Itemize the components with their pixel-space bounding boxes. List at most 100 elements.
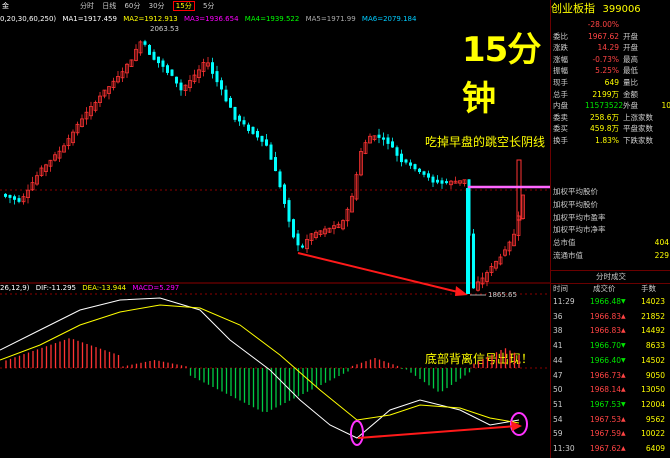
quote-value: 258.6万 xyxy=(590,112,619,122)
quote-label: 涨幅 xyxy=(553,54,568,64)
quote-value: 5.25% xyxy=(595,66,619,76)
info-row: 加权平均市盈率 xyxy=(553,212,669,223)
quote-label-2: 最高 xyxy=(623,54,638,64)
tick-price: 1967.53 xyxy=(589,414,621,424)
candle-body xyxy=(418,168,421,173)
candle-body xyxy=(242,120,246,125)
candle-body xyxy=(265,139,268,146)
quote-value: 14.29 xyxy=(597,43,619,53)
high-label: 2063.53 xyxy=(150,25,179,33)
macd-histogram xyxy=(5,338,520,412)
candle-body xyxy=(386,137,390,144)
info-label: 加权平均市盈率 xyxy=(553,212,606,222)
info-row: 流通市值 229 xyxy=(553,250,669,261)
tick-time: 36 xyxy=(553,311,563,321)
candle-body xyxy=(283,184,286,204)
candle-body xyxy=(152,51,156,60)
tick-direction-icon: ▲ xyxy=(621,312,626,320)
tick-direction-icon: ▼ xyxy=(621,342,626,350)
tick-time: 44 xyxy=(553,355,563,365)
candle-body xyxy=(382,137,385,140)
quote-label: 总手 xyxy=(553,89,568,99)
quote-label: 振幅 xyxy=(553,66,568,76)
candle-body xyxy=(274,157,277,172)
quote-row: 振幅 5.25% 最低 xyxy=(553,65,669,76)
tick-volume: 10022 xyxy=(641,429,665,439)
tick-direction-icon: ▲ xyxy=(621,386,626,394)
quote-label-2: 平盘家数 xyxy=(623,124,653,134)
quote-row: 委比 1967.62 开盘 xyxy=(553,31,669,42)
tick-volume: 8633 xyxy=(645,341,665,351)
tick-price: 1966.83 xyxy=(589,326,621,336)
tick-volume: 14492 xyxy=(641,326,665,336)
tick-row: 41 1966.70 ▼ 8633 xyxy=(551,340,670,352)
candle-body xyxy=(377,134,381,138)
candle-body xyxy=(229,97,232,108)
tick-price: 1966.48 xyxy=(589,297,621,306)
tick-row: 36 1966.83 ▲ 21852 xyxy=(551,311,670,323)
tick-time: 51 xyxy=(553,399,563,409)
tick-price: 1967.59 xyxy=(589,429,621,439)
info-row: 加权平均股价 xyxy=(553,199,669,210)
tick-price: 1966.70 xyxy=(589,341,621,351)
quote-value-2: 10 xyxy=(661,101,670,111)
candle-body xyxy=(175,76,178,84)
candle-body xyxy=(166,65,169,73)
tick-row: 11:30 1967.62 ▲ 6409 xyxy=(551,443,670,455)
quote-label-2: 外盘 xyxy=(623,101,638,111)
tick-price: 1968.14 xyxy=(589,385,621,395)
quote-value: 649 xyxy=(604,78,619,87)
tick-volume: 12004 xyxy=(641,399,665,409)
tick-direction-icon: ▲ xyxy=(621,327,626,335)
quote-label-2: 下跌家数 xyxy=(623,136,653,145)
info-row: 总市值 404 xyxy=(553,237,669,248)
tick-row: 54 1967.53 ▲ 9562 xyxy=(551,414,670,426)
ticks-col-time: 时间 xyxy=(553,284,568,293)
quote-label: 现手 xyxy=(553,78,568,87)
tick-time: 54 xyxy=(553,414,563,424)
quote-row: 涨幅 -0.73% 最高 xyxy=(553,54,669,65)
tick-time: 11:29 xyxy=(553,297,575,306)
info-value: 229 xyxy=(654,251,669,260)
candle-body xyxy=(400,153,403,163)
candle-body xyxy=(472,233,475,289)
macd-legend: 26,12,9) DIF:-11.295 DEA:-13.944 MACD=5.… xyxy=(0,283,550,294)
ticks-title[interactable]: 分时成交 xyxy=(551,270,670,284)
quote-label: 涨跌 xyxy=(553,43,568,53)
info-label: 加权平均股价 xyxy=(553,187,598,196)
tick-price: 1967.62 xyxy=(589,444,621,453)
candle-body xyxy=(391,141,394,148)
macd-label: MACD=5.297 xyxy=(132,284,180,292)
info-row: 加权平均股价 xyxy=(553,186,669,197)
candle-body xyxy=(161,60,165,67)
tick-price: 1966.73 xyxy=(589,370,621,380)
tick-row: 44 1966.40 ▼ 14502 xyxy=(551,355,670,367)
quote-sidebar: 创业板指 399006 -28.00% 委比 1967.62 开盘 涨跌 14.29 开盘涨… xyxy=(550,0,670,458)
info-label: 流通市值 xyxy=(553,251,583,260)
tick-row: 47 1966.73 ▲ 9050 xyxy=(551,370,670,382)
tick-time: 11:30 xyxy=(553,444,575,453)
tick-direction-icon: ▼ xyxy=(621,298,626,305)
tick-volume: 14502 xyxy=(641,355,665,365)
tick-price: 1966.83 xyxy=(589,311,621,321)
tick-time: 59 xyxy=(553,429,563,439)
tick-direction-icon: ▼ xyxy=(621,400,626,408)
candle-body xyxy=(224,89,228,102)
tick-volume: 9050 xyxy=(645,370,665,380)
quote-label: 换手 xyxy=(553,136,568,145)
tick-price: 1967.53 xyxy=(589,399,621,409)
candle-body xyxy=(256,130,259,138)
candle-body xyxy=(17,198,21,202)
quote-row: 涨跌 14.29 开盘 xyxy=(553,42,669,53)
candle-body xyxy=(143,41,147,45)
dea-label: DEA:-13.944 xyxy=(82,284,127,292)
candle-body xyxy=(287,200,291,222)
candle-body xyxy=(445,181,448,184)
quote-value: -28.00% xyxy=(587,20,619,29)
chart-panel[interactable]: 金 分时 日线 60分 30分 15分 5分 0,20,30,60,250) M… xyxy=(0,0,550,458)
quote-row: 总手 2199万 金额 xyxy=(553,89,669,100)
quote-row: 委买 459.8万 平盘家数 xyxy=(553,123,669,134)
candle-body xyxy=(260,135,264,142)
tick-row: 59 1967.59 ▲ 10022 xyxy=(551,428,670,440)
quote-label-2: 开盘 xyxy=(623,43,638,53)
